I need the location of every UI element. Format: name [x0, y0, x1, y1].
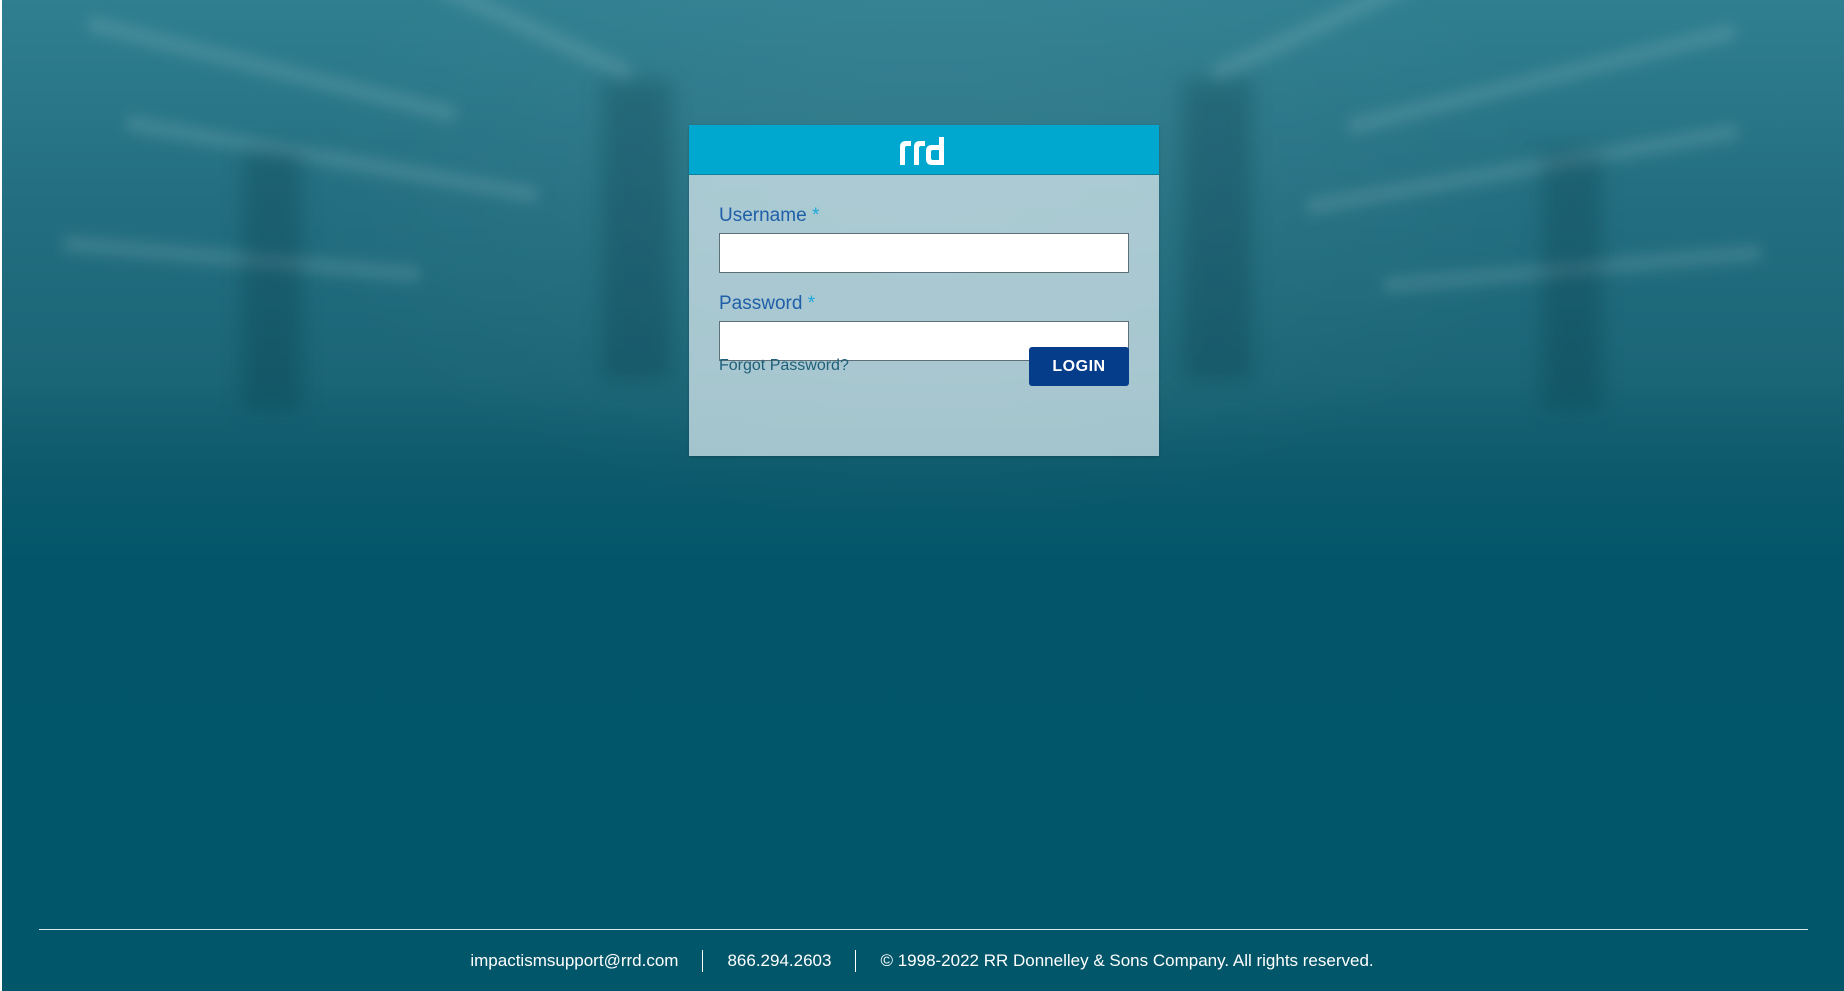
rrd-logo — [900, 136, 944, 165]
support-email: impactismsupport@rrd.com — [470, 951, 679, 970]
username-label: Username * — [719, 205, 1129, 227]
login-card: Username * Password * Forgot Password? L… — [689, 125, 1159, 456]
background-pillar — [242, 150, 302, 410]
password-label-text: Password — [719, 293, 803, 314]
footer: impactismsupport@rrd.com 866.294.2603 © … — [0, 948, 1844, 974]
login-form: Username * Password * — [689, 175, 1159, 361]
required-marker: * — [807, 293, 816, 314]
username-label-text: Username — [719, 205, 807, 226]
username-input[interactable] — [719, 233, 1129, 273]
password-label: Password * — [719, 293, 1129, 315]
background-streak — [1345, 21, 1739, 137]
required-marker: * — [811, 205, 820, 226]
background-streak — [428, 0, 636, 84]
background-pillar — [1542, 150, 1602, 410]
support-phone: 866.294.2603 — [727, 951, 832, 970]
username-group: Username * — [719, 205, 1129, 273]
background-streak — [123, 113, 541, 205]
window-edge — [0, 0, 2, 991]
login-button[interactable]: LOGIN — [1029, 347, 1129, 386]
background-pillar — [1182, 80, 1252, 380]
background-pillar — [602, 80, 672, 380]
forgot-password-link[interactable]: Forgot Password? — [719, 357, 849, 375]
background-streak — [85, 14, 459, 124]
login-actions: Forgot Password? LOGIN — [719, 347, 1129, 386]
background-streak — [1208, 0, 1416, 84]
login-header — [689, 125, 1159, 175]
footer-divider — [39, 929, 1808, 930]
copyright-text: © 1998-2022 RR Donnelley & Sons Company.… — [880, 951, 1374, 970]
background-streak — [1303, 121, 1741, 217]
